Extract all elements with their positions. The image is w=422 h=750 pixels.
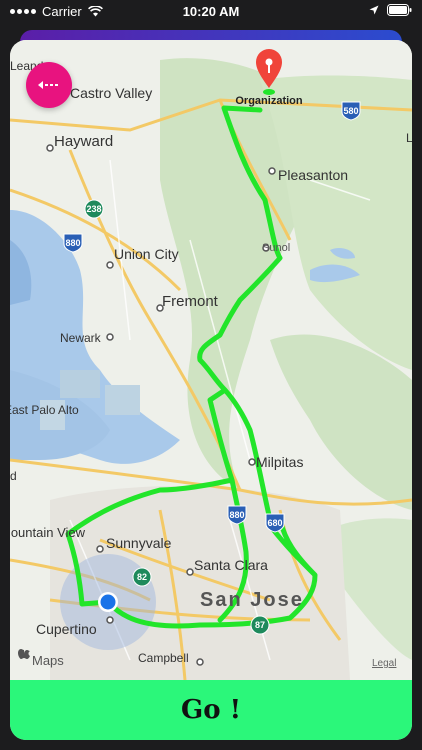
- place-label-castro-valley: Castro Valley: [70, 85, 152, 101]
- svg-text:880: 880: [229, 510, 244, 520]
- go-button-label: Go !: [180, 695, 241, 725]
- highway-880-shield-south: 880: [227, 505, 247, 525]
- place-label-hayward: Hayward: [54, 133, 113, 150]
- svg-text:680: 680: [267, 518, 282, 528]
- svg-text:238: 238: [86, 204, 101, 214]
- map-view[interactable]: Leandro Castro Valley Hayward Pleasanton…: [10, 40, 412, 680]
- battery-icon: [387, 4, 412, 16]
- place-label-newark: Newark: [60, 331, 102, 345]
- place-label-edge: L: [406, 131, 412, 145]
- place-label-sunnyvale: Sunnyvale: [106, 535, 172, 551]
- place-label-san-jose: San Jose: [200, 589, 304, 611]
- highway-82-shield: 82: [132, 567, 152, 587]
- destination-label: Organization: [235, 95, 303, 107]
- place-label-rd: rd: [10, 469, 17, 483]
- go-button[interactable]: Go !: [10, 680, 412, 740]
- svg-text:82: 82: [137, 572, 147, 582]
- svg-text:87: 87: [255, 620, 265, 630]
- svg-text:880: 880: [65, 238, 80, 248]
- place-label-pleasanton: Pleasanton: [278, 167, 348, 183]
- place-label-milpitas: Milpitas: [256, 454, 303, 470]
- highway-238-shield: 238: [84, 199, 104, 219]
- place-label-campbell: Campbell: [138, 651, 189, 665]
- place-label-sunol: Sunol: [262, 242, 290, 254]
- back-arrow-icon: [38, 81, 58, 89]
- place-label-union-city: Union City: [114, 246, 179, 262]
- location-arrow-icon: [369, 5, 379, 15]
- place-label-mountain-view: Mountain View: [10, 525, 86, 540]
- back-button[interactable]: [26, 62, 72, 108]
- place-label-santa-clara: Santa Clara: [194, 557, 268, 573]
- highway-680-shield: 680: [265, 513, 285, 533]
- highway-880-shield: 880: [63, 233, 83, 253]
- status-bar: Carrier 10:20 AM: [0, 0, 422, 24]
- highway-87-shield: 87: [250, 615, 270, 635]
- map-card: Leandro Castro Valley Hayward Pleasanton…: [10, 40, 412, 740]
- place-label-cupertino: Cupertino: [36, 621, 97, 637]
- apple-icon: [18, 649, 30, 659]
- svg-text:580: 580: [343, 106, 358, 116]
- place-label-east-palo-alto: East Palo Alto: [10, 403, 79, 417]
- highway-580-shield: 580: [341, 101, 361, 121]
- clock: 10:20 AM: [182, 4, 240, 19]
- user-location-icon: [98, 592, 118, 612]
- svg-text:Maps: Maps: [32, 653, 64, 668]
- place-label-fremont: Fremont: [162, 293, 219, 310]
- legal-link[interactable]: Legal: [372, 658, 396, 669]
